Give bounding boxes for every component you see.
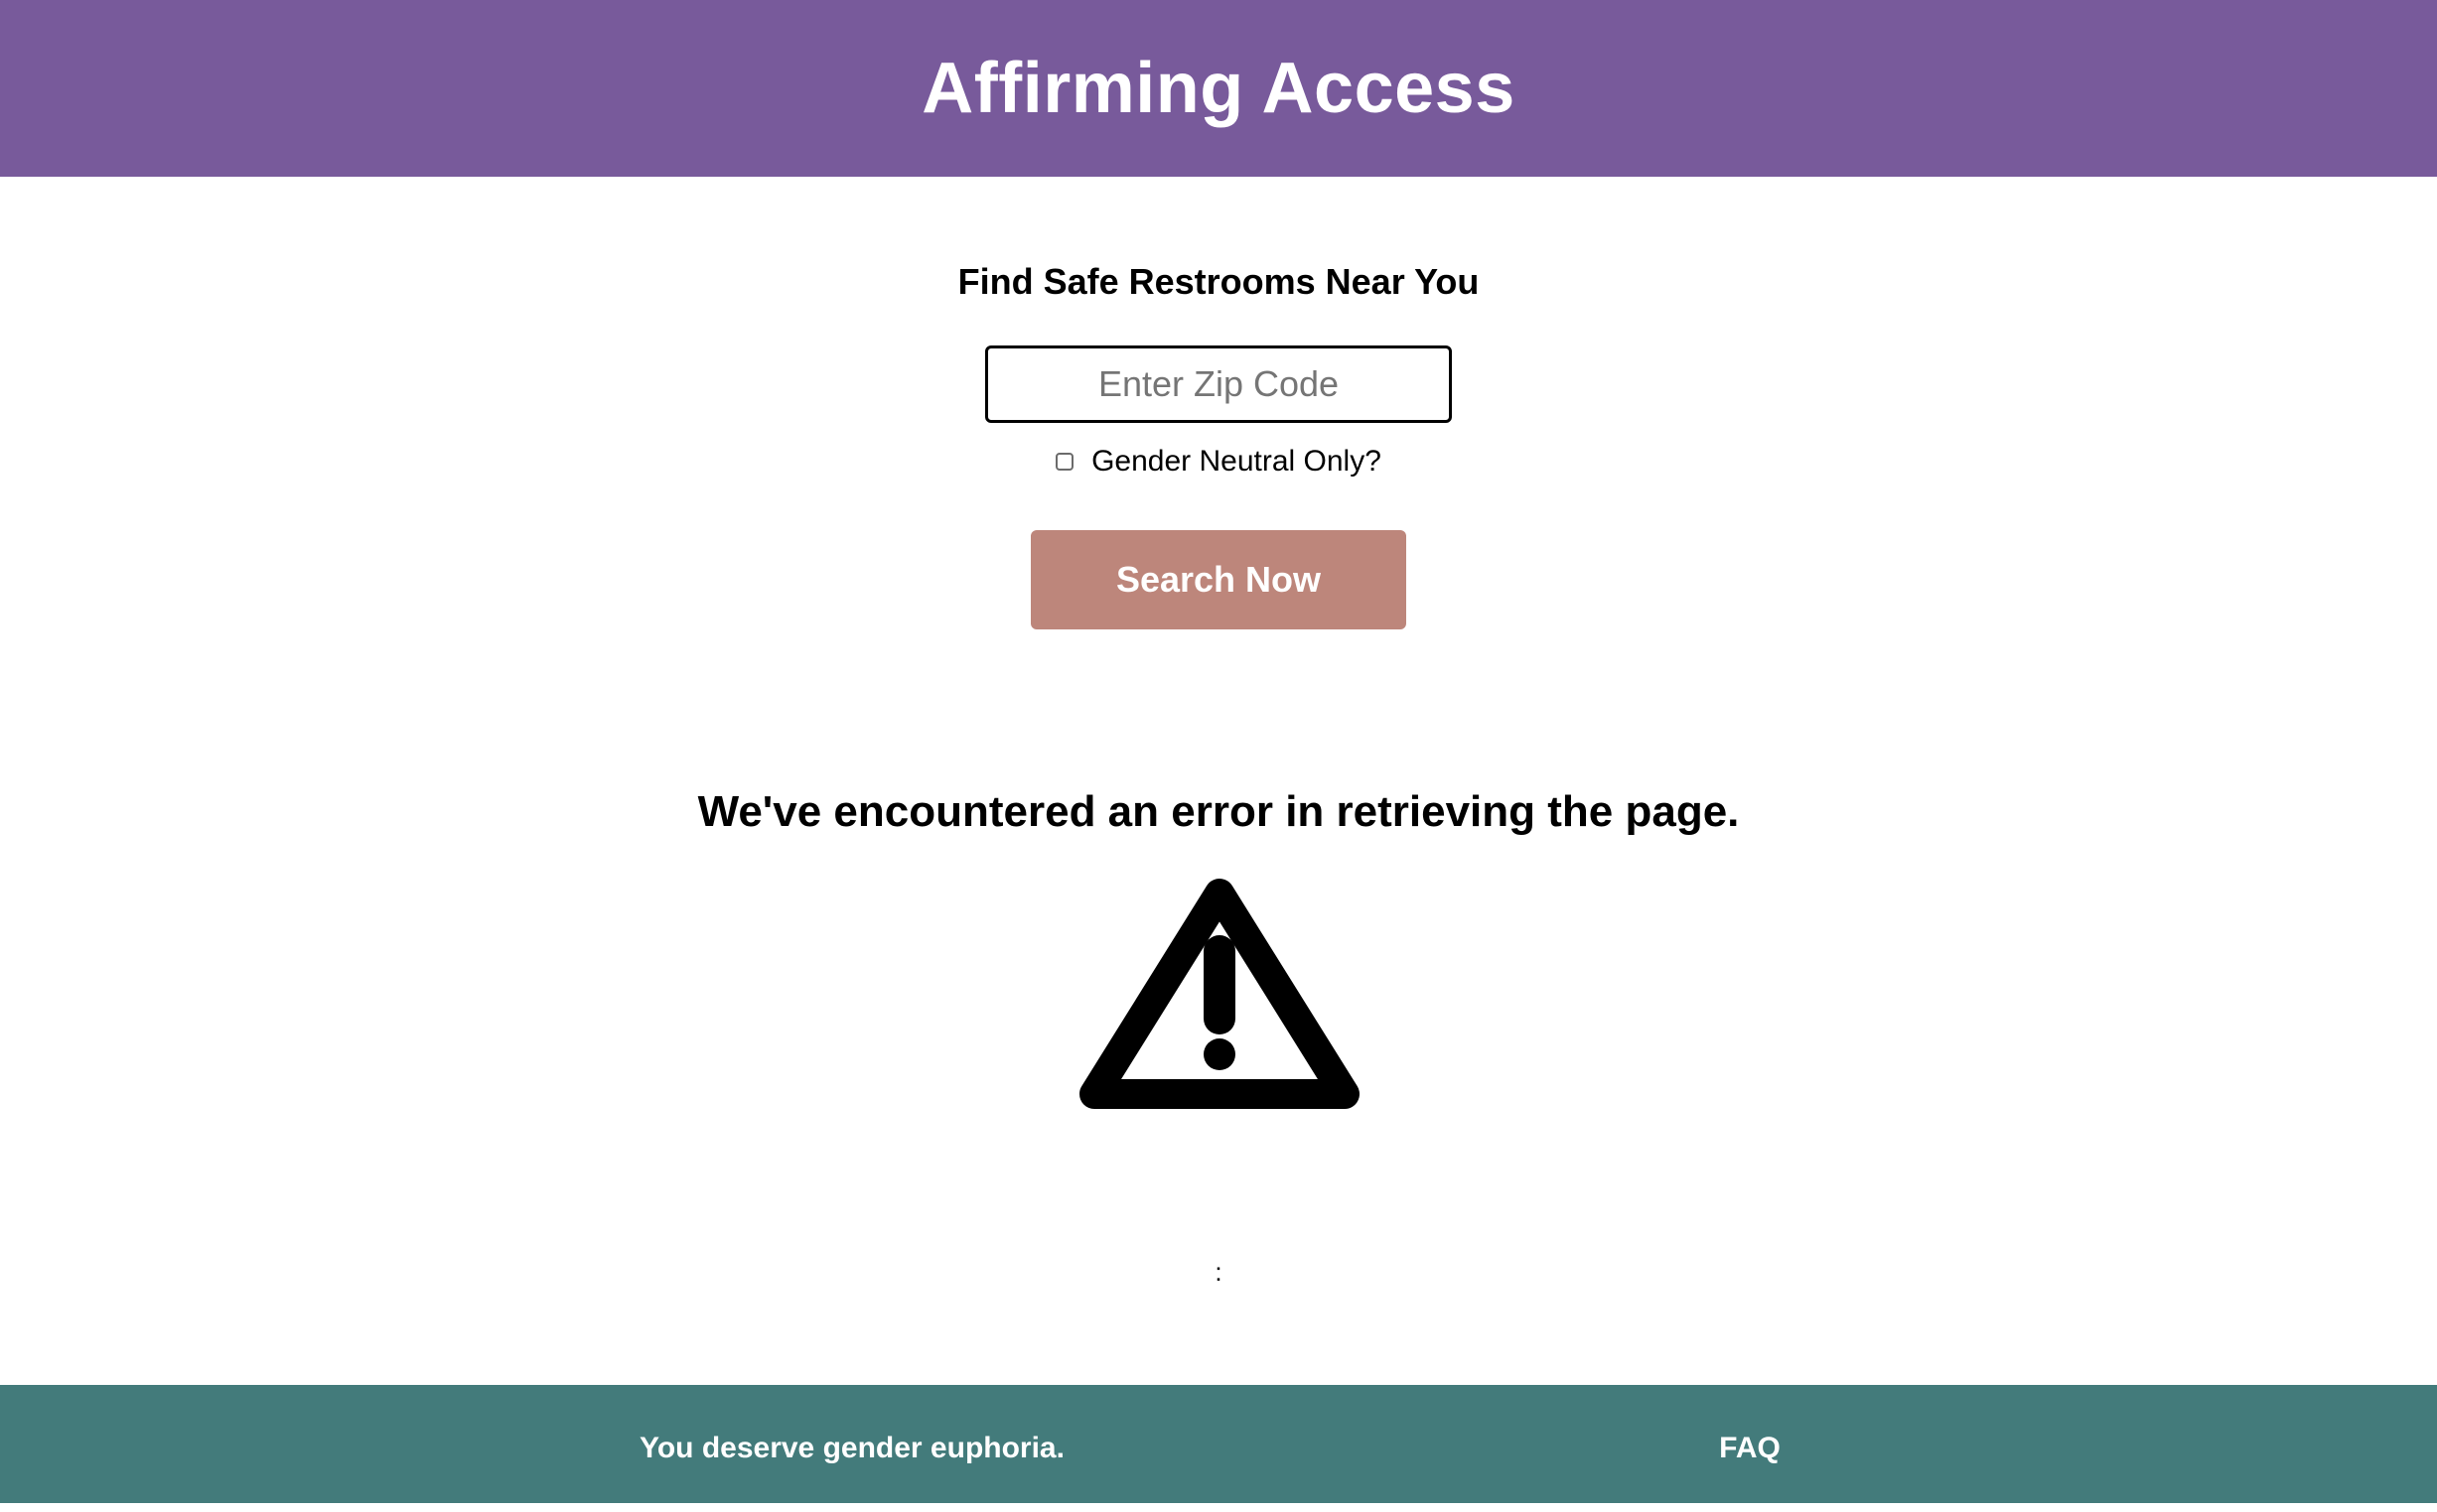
search-now-button[interactable]: Search Now	[1031, 530, 1406, 629]
error-detail: :	[1215, 1257, 1222, 1287]
site-footer: You deserve gender euphoria. FAQ	[0, 1385, 2437, 1503]
footer-tagline: You deserve gender euphoria.	[640, 1432, 1065, 1464]
gender-neutral-checkbox[interactable]	[1056, 453, 1075, 471]
warning-icon	[1079, 879, 1360, 1109]
gender-neutral-label: Gender Neutral Only?	[1091, 445, 1381, 478]
faq-link[interactable]: FAQ	[1688, 1385, 1811, 1503]
main-content: Find Safe Restrooms Near You Gender Neut…	[0, 177, 2437, 1385]
site-header: Affirming Access	[0, 0, 2437, 177]
search-heading: Find Safe Restrooms Near You	[957, 261, 1480, 302]
zip-code-input[interactable]	[985, 345, 1452, 423]
error-message: We've encountered an error in retrieving…	[697, 787, 1740, 836]
gender-neutral-option[interactable]: Gender Neutral Only?	[0, 445, 2437, 479]
site-title: Affirming Access	[922, 49, 1515, 128]
